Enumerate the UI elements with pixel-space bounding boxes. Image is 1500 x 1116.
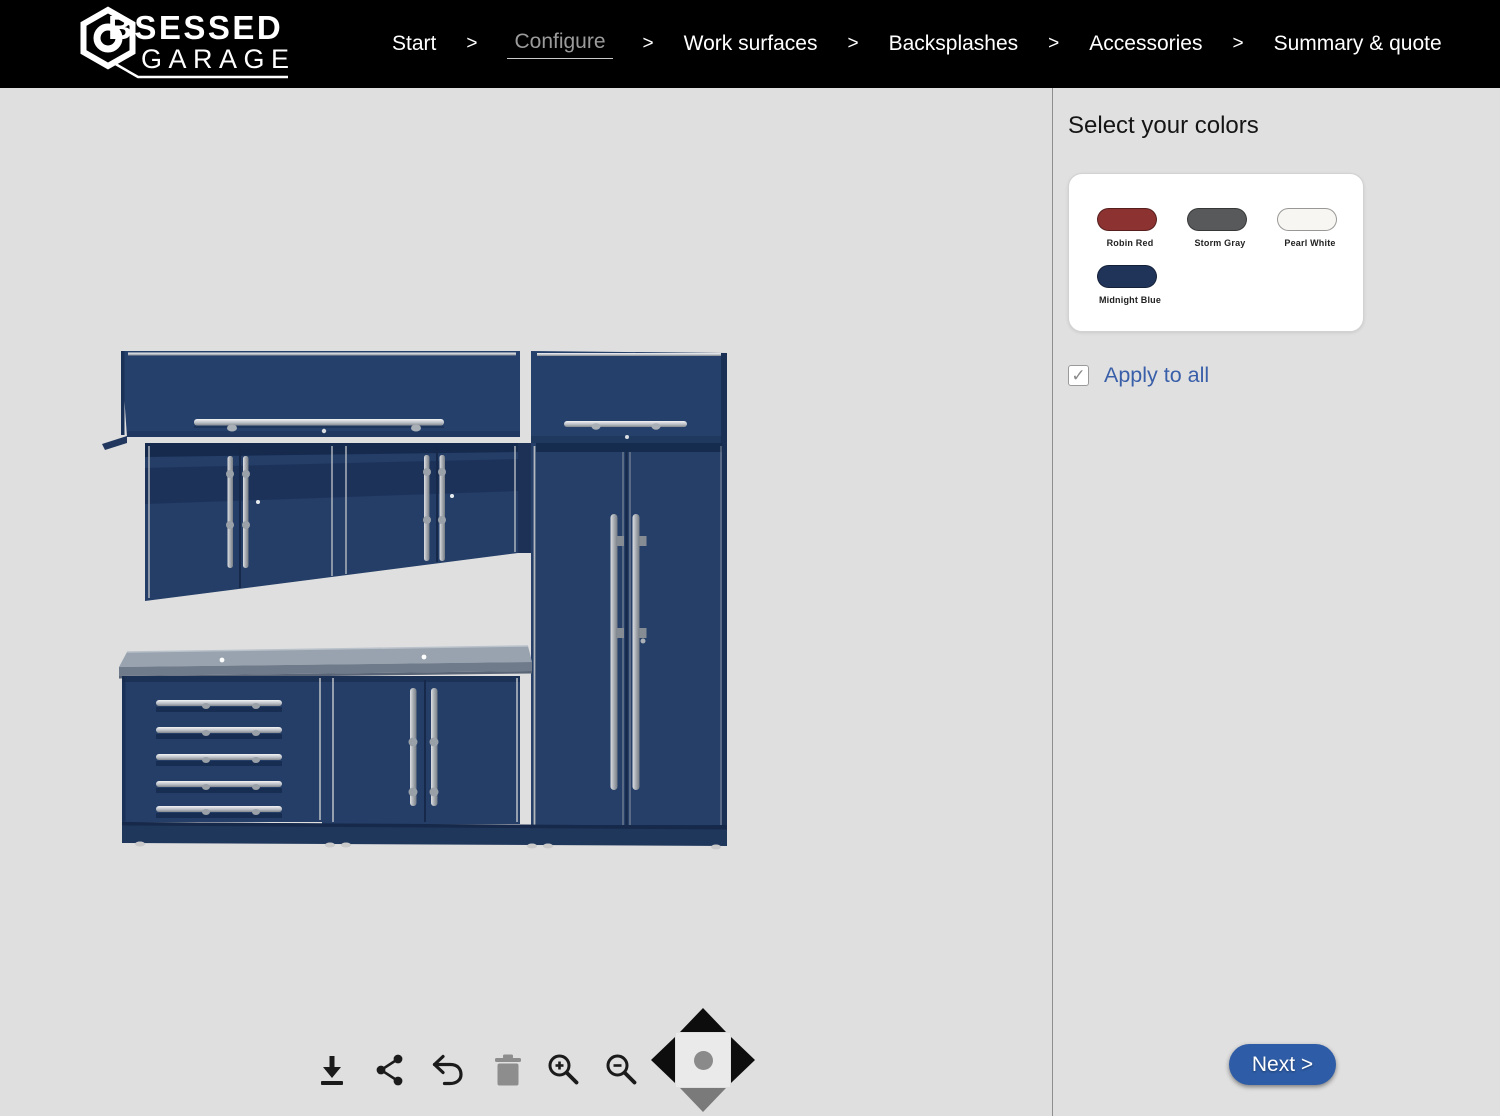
swatch-midnight-blue[interactable]: Midnight Blue (1097, 265, 1163, 305)
swatch-label: Robin Red (1097, 238, 1163, 248)
apply-to-all-label: Apply to all (1104, 363, 1209, 388)
swatch-label: Pearl White (1277, 238, 1343, 248)
next-button[interactable]: Next > (1229, 1044, 1336, 1085)
trash-icon (490, 1053, 522, 1087)
obsessed-garage-logo[interactable]: BSESSED GARAGE (0, 0, 330, 88)
pan-right-arrow[interactable] (731, 1037, 755, 1083)
color-sidebar: Select your colors Robin Red Storm Gray … (1052, 88, 1500, 1116)
breadcrumb-accessories[interactable]: Accessories (1089, 32, 1202, 56)
cabinet-3d-render[interactable] (100, 340, 740, 860)
logo-word-2: GARAGE (141, 44, 296, 75)
cabinet-render-svg (100, 340, 740, 860)
breadcrumb-backsplashes[interactable]: Backsplashes (889, 32, 1019, 56)
pan-up-arrow[interactable] (680, 1008, 726, 1032)
swatch-label: Storm Gray (1187, 238, 1253, 248)
pan-control (651, 1008, 755, 1112)
zoom-in-button[interactable] (546, 1052, 582, 1088)
breadcrumb-separator: > (1048, 33, 1059, 55)
logo-word-1: BSESSED (108, 9, 283, 47)
color-swatch-card: Robin Red Storm Gray Pearl White Midnigh… (1068, 173, 1364, 332)
breadcrumb: Start > Configure > Work surfaces > Back… (392, 30, 1442, 59)
breadcrumb-separator: > (1232, 33, 1243, 55)
breadcrumb-work-surfaces[interactable]: Work surfaces (684, 32, 818, 56)
swatch-label: Midnight Blue (1097, 295, 1163, 305)
midnight-blue-pill[interactable] (1097, 265, 1157, 288)
pan-center-handle[interactable] (676, 1033, 730, 1087)
undo-icon (430, 1052, 466, 1088)
breadcrumb-start[interactable]: Start (392, 32, 436, 56)
zoom-out-button[interactable] (604, 1052, 640, 1088)
swatch-robin-red[interactable]: Robin Red (1097, 208, 1163, 248)
download-button[interactable] (314, 1052, 350, 1088)
breadcrumb-separator: > (643, 33, 654, 55)
robin-red-pill[interactable] (1097, 208, 1157, 231)
app-header: BSESSED GARAGE Start > Configure > Work … (0, 0, 1500, 88)
delete-button[interactable] (488, 1052, 524, 1088)
apply-to-all[interactable]: ✓ Apply to all (1068, 363, 1209, 388)
swatch-pearl-white[interactable]: Pearl White (1277, 208, 1343, 248)
apply-to-all-checkbox[interactable]: ✓ (1068, 365, 1089, 386)
share-button[interactable] (372, 1052, 408, 1088)
pan-down-arrow[interactable] (680, 1088, 726, 1112)
breadcrumb-separator: > (466, 33, 477, 55)
breadcrumb-configure[interactable]: Configure (507, 30, 612, 59)
pan-center-dot (694, 1051, 713, 1070)
viewer-canvas[interactable] (0, 88, 1052, 1116)
sidebar-title: Select your colors (1068, 112, 1500, 140)
breadcrumb-summary-quote[interactable]: Summary & quote (1274, 32, 1442, 56)
zoom-in-icon (546, 1052, 582, 1088)
undo-button[interactable] (430, 1052, 466, 1088)
viewer-toolbar (314, 1052, 640, 1088)
download-icon (314, 1053, 350, 1087)
swatch-storm-gray[interactable]: Storm Gray (1187, 208, 1253, 248)
storm-gray-pill[interactable] (1187, 208, 1247, 231)
breadcrumb-separator: > (847, 33, 858, 55)
share-icon (373, 1053, 407, 1087)
pan-left-arrow[interactable] (651, 1037, 675, 1083)
zoom-out-icon (604, 1052, 640, 1088)
pearl-white-pill[interactable] (1277, 208, 1337, 231)
